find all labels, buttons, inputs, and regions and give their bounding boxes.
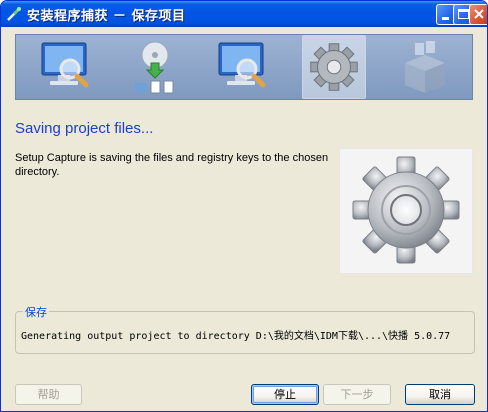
gear-icon <box>310 43 358 91</box>
next-button[interactable]: 下一步 <box>323 384 391 405</box>
step-scan-before <box>36 35 100 99</box>
page-description: Setup Capture is saving the files and re… <box>15 152 329 178</box>
gear-illustration <box>339 148 473 274</box>
step-install <box>123 35 187 99</box>
close-button[interactable] <box>469 4 487 25</box>
wizard-progress-banner <box>15 34 473 100</box>
gear-icon <box>352 156 460 264</box>
app-icon <box>7 7 21 21</box>
setup-capture-window: 安装程序捕获 － 保存项目 Saving project files... Se… <box>0 0 488 412</box>
step-save-project <box>302 35 366 99</box>
monitor-magnifier-icon <box>41 42 89 88</box>
package-box-icon <box>405 41 445 93</box>
status-text: Generating output project to directory D… <box>21 331 451 342</box>
title-bar[interactable]: 安装程序捕获 － 保存项目 <box>1 1 487 27</box>
window-title: 安装程序捕获 － 保存项目 <box>27 9 186 24</box>
close-icon <box>474 9 484 19</box>
disc-install-icon <box>135 41 174 94</box>
stop-button[interactable]: 停止 <box>251 384 319 405</box>
step-scan-after <box>213 35 277 99</box>
help-button[interactable]: 帮助 <box>15 384 82 405</box>
monitor-magnifier-icon <box>218 42 266 88</box>
cancel-button[interactable]: 取消 <box>405 384 475 405</box>
step-finish <box>393 35 457 99</box>
groupbox-title: 保存 <box>23 304 49 320</box>
page-title: Saving project files... <box>15 120 154 137</box>
